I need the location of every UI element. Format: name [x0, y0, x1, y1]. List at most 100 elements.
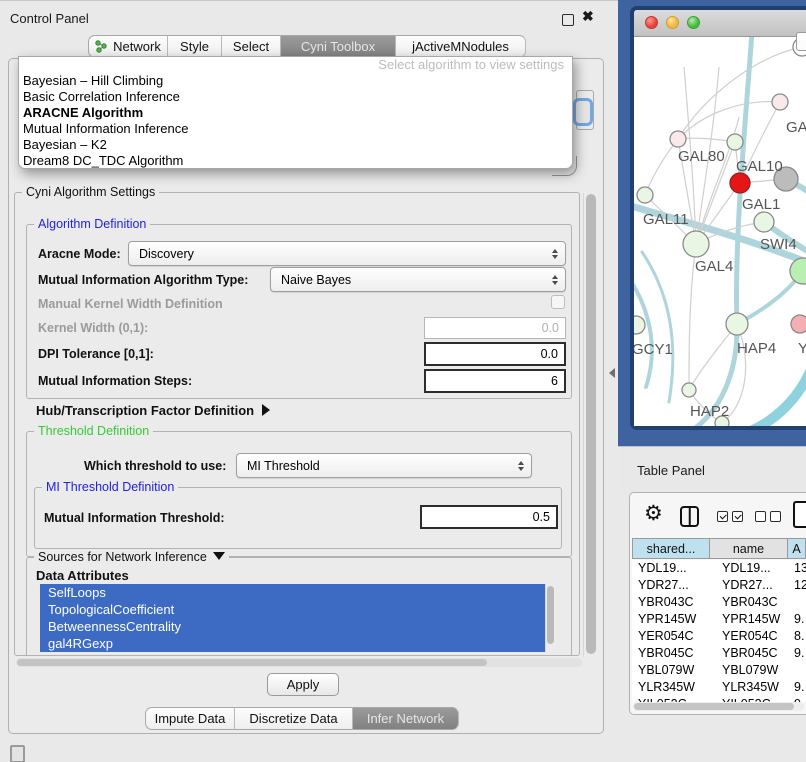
table-cell[interactable]: 8. [794, 628, 804, 645]
table-cell[interactable]: YDL19... [722, 560, 771, 577]
network-scrollbar-fragment[interactable] [796, 32, 806, 51]
table-cell[interactable]: YLR345W [638, 679, 695, 696]
tab-infer-network[interactable]: Infer Network [353, 707, 459, 730]
column-header-sharedname[interactable]: shared... [632, 538, 710, 559]
checked-checkbox-icon[interactable] [732, 511, 743, 522]
dropdown-item-selected[interactable]: ARACNE Algorithm [19, 105, 572, 121]
node-label: GAL10 [736, 158, 783, 175]
network-graph[interactable] [634, 37, 806, 426]
table-cell[interactable]: YER054C [638, 628, 694, 645]
tab-jactivemnodules[interactable]: jActiveMNodules [396, 35, 526, 58]
table-horizontal-scrollbar[interactable] [633, 702, 804, 711]
node[interactable] [791, 315, 806, 333]
network-canvas[interactable]: GAL7 GAL80 GAL10 GAL1 GAL11 SWI4 GAL4 GC… [634, 37, 806, 426]
column-header-cut[interactable]: A [787, 538, 806, 559]
data-attributes-list[interactable]: SelfLoops TopologicalCoefficient Between… [40, 584, 545, 652]
table-cell[interactable]: 9. [794, 611, 804, 628]
screen: Control Panel ✖ Network Style Select Cyn… [0, 0, 806, 762]
table-cell[interactable]: YBR043C [638, 594, 694, 611]
attribute-item[interactable]: TopologicalCoefficient [40, 601, 545, 618]
settings-horizontal-scrollbar-thumb[interactable] [17, 659, 487, 666]
manual-kernel-width-checkbox[interactable] [551, 295, 565, 309]
node[interactable] [682, 383, 696, 397]
splitter-handle-icon[interactable] [609, 368, 615, 378]
table-cell[interactable]: YDR27... [638, 577, 689, 594]
table-cell[interactable]: YBL079W [722, 662, 778, 679]
node[interactable] [790, 258, 806, 284]
table-cell[interactable]: 12 [794, 577, 806, 594]
settings-horizontal-scrollbar[interactable] [16, 658, 582, 667]
tab-discretize-data[interactable]: Discretize Data [235, 707, 353, 730]
node-label: HAP4 [737, 340, 776, 357]
table-cell[interactable]: YPR145W [638, 611, 696, 628]
stepper-arrows-icon [518, 461, 524, 471]
dropdown-item[interactable]: Basic Correlation Inference [19, 89, 572, 105]
which-threshold-select[interactable]: MI Threshold [236, 453, 532, 478]
attributes-list-scrollbar[interactable] [545, 584, 555, 652]
columns-icon[interactable] [680, 506, 699, 527]
table-cell[interactable]: YPR145W [722, 611, 780, 628]
dropdown-item[interactable]: Bayesian – K2 [19, 137, 572, 153]
node[interactable] [754, 212, 774, 232]
zoom-traffic-light[interactable] [687, 16, 700, 29]
sources-disclosure[interactable]: Sources for Network Inference [34, 550, 229, 564]
checked-checkbox-icon[interactable] [717, 511, 728, 522]
aracne-mode-select[interactable]: Discovery [128, 241, 566, 266]
node[interactable] [670, 131, 686, 147]
close-icon[interactable]: ✖ [582, 8, 594, 25]
dropdown-item[interactable]: Dream8 DC_TDC Algorithm [19, 153, 572, 169]
node-label: GAL4 [695, 258, 733, 275]
tab-style[interactable]: Style [168, 35, 222, 58]
table-cell[interactable]: 13 [794, 560, 806, 577]
control-panel-tabs: Network Style Select Cyni Toolbox jActiv… [88, 35, 526, 58]
table-cell[interactable]: YDL19... [638, 560, 687, 577]
mi-threshold-field[interactable]: 0.5 [420, 505, 558, 529]
node-selected-red[interactable] [730, 173, 750, 193]
unchecked-checkbox-icon[interactable] [755, 511, 766, 522]
dropdown-item[interactable]: Mutual Information Inference [19, 121, 572, 137]
attribute-item[interactable]: SelfLoops [40, 584, 545, 601]
minimize-traffic-light[interactable] [666, 16, 679, 29]
tab-network[interactable]: Network [88, 35, 168, 58]
apply-button[interactable]: Apply [267, 673, 339, 696]
mi-algorithm-type-select[interactable]: Naive Bayes [270, 267, 566, 292]
kernel-width-field[interactable]: 0.0 [424, 317, 566, 339]
node[interactable] [772, 94, 788, 110]
column-header-name[interactable]: name [709, 538, 788, 559]
table-cell[interactable]: YDR27... [722, 577, 773, 594]
tab-select[interactable]: Select [222, 35, 281, 58]
settings-vertical-scrollbar[interactable] [583, 193, 597, 657]
tab-cyni-toolbox[interactable]: Cyni Toolbox [281, 35, 396, 58]
tab-impute-data[interactable]: Impute Data [145, 707, 235, 730]
settings-vertical-scrollbar-thumb[interactable] [586, 194, 596, 654]
table-cell[interactable]: YBR045C [638, 645, 694, 662]
hub-definition-disclosure[interactable]: Hub/Transcription Factor Definition [36, 403, 270, 418]
dropdown-item[interactable]: Bayesian – Hill Climbing [19, 73, 572, 89]
dpi-tolerance-field[interactable]: 0.0 [424, 342, 566, 366]
attributes-list-scrollbar-thumb[interactable] [547, 586, 554, 644]
node[interactable] [637, 187, 653, 203]
node[interactable] [726, 313, 748, 335]
attribute-item[interactable]: gal4RGexp [40, 635, 545, 652]
gear-icon[interactable]: ⚙ [644, 501, 663, 526]
table-cell[interactable]: YBR043C [722, 594, 778, 611]
mi-steps-field[interactable]: 6 [424, 369, 566, 393]
table-cell[interactable]: YER054C [722, 628, 778, 645]
collapsed-panel-icon[interactable] [10, 745, 25, 762]
network-window-titlebar[interactable] [634, 10, 806, 37]
node[interactable] [727, 134, 743, 150]
node[interactable] [683, 231, 709, 257]
node[interactable] [634, 316, 645, 334]
table-cell[interactable]: YLR345W [722, 679, 779, 696]
table-cell[interactable]: 9. [794, 679, 804, 696]
table-body[interactable]: YDL19... YDL19... 13 YDR27... YDR27... 1… [632, 560, 806, 702]
close-traffic-light[interactable] [645, 16, 658, 29]
unchecked-checkbox-icon[interactable] [770, 511, 781, 522]
attribute-item[interactable]: BetweennessCentrality [40, 618, 545, 635]
float-window-icon[interactable] [562, 14, 574, 26]
export-table-icon[interactable] [793, 501, 806, 528]
table-cell[interactable]: 9. [794, 645, 804, 662]
table-cell[interactable]: YBL079W [638, 662, 694, 679]
table-cell[interactable]: YBR045C [722, 645, 778, 662]
table-horizontal-scrollbar-thumb[interactable] [634, 703, 794, 710]
